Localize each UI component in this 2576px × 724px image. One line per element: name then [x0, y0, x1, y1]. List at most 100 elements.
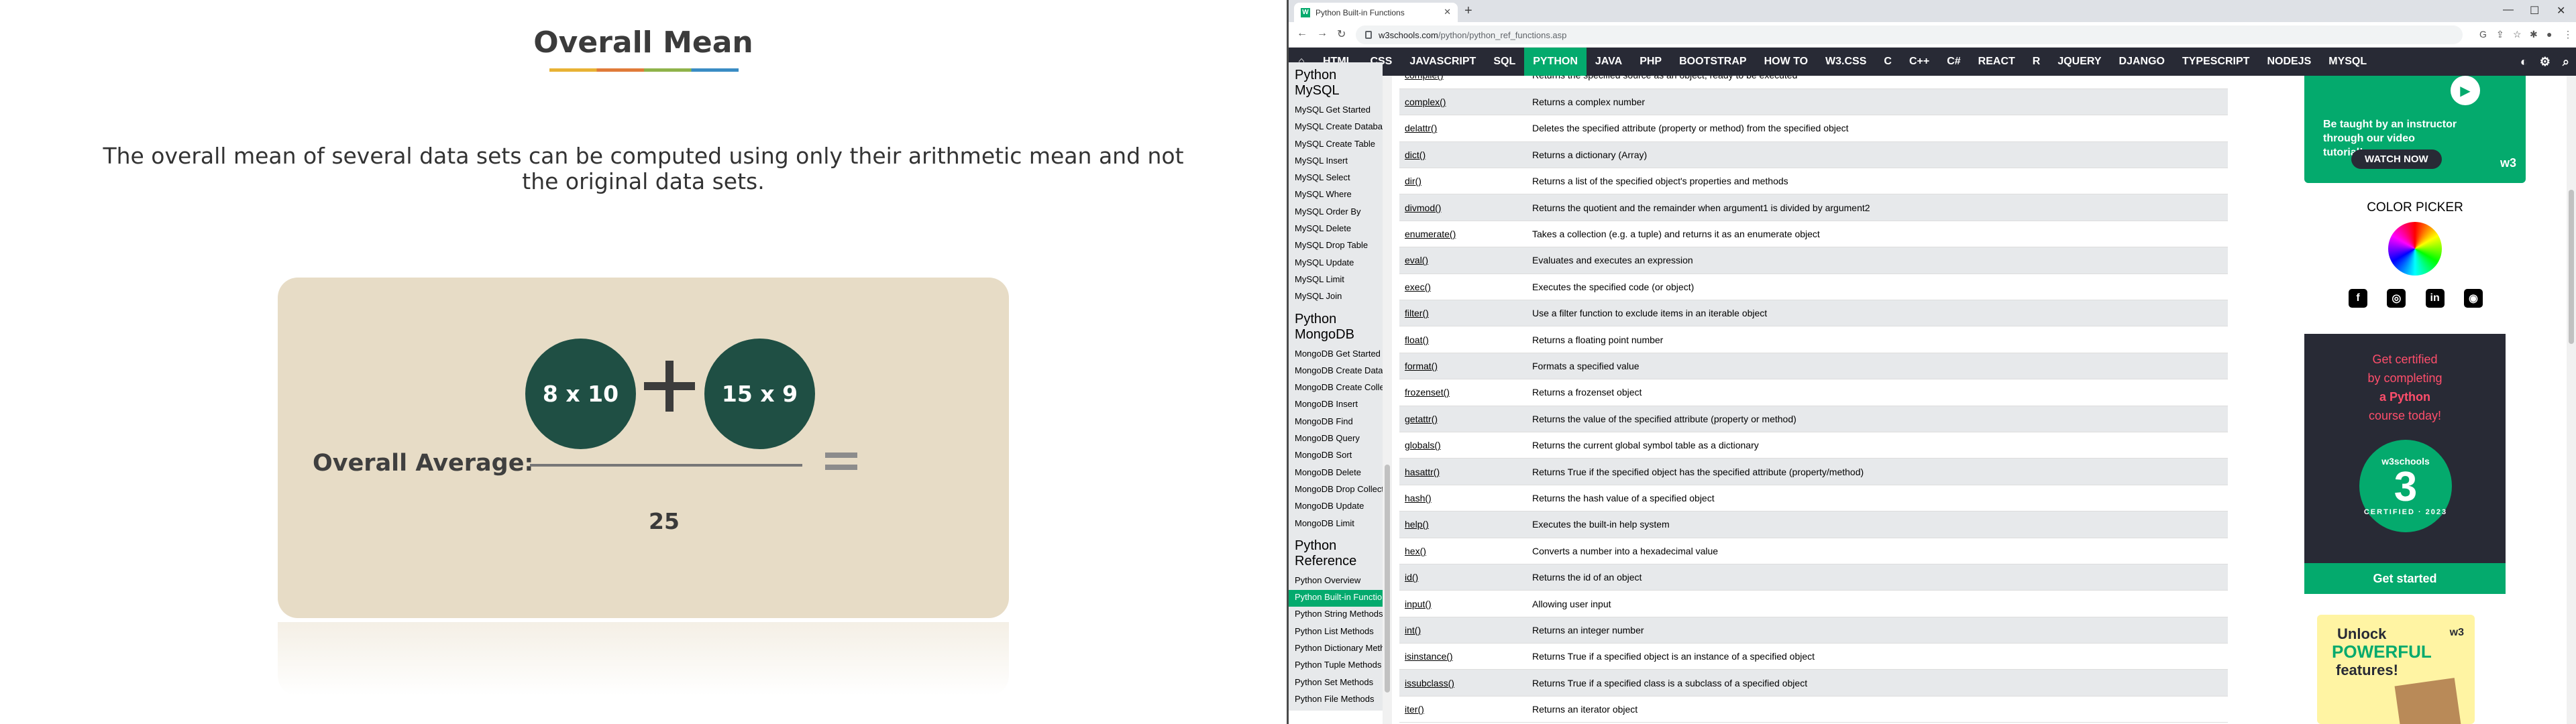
search-icon[interactable]: ⌕ [2563, 55, 2569, 69]
reload-icon[interactable]: ↻ [1337, 27, 1346, 41]
settings-gear-icon[interactable]: ⚙ [2540, 55, 2551, 69]
sidebar-link[interactable]: MySQL Select [1289, 170, 1383, 187]
sidebar-link[interactable]: MySQL Get Started [1289, 103, 1383, 119]
function-name-link[interactable]: hasattr() [1399, 458, 1527, 485]
certification-ad[interactable]: Get certified by completing a Python cou… [2304, 334, 2506, 594]
sidebar-link[interactable]: MongoDB Find [1289, 414, 1383, 431]
function-name-link[interactable]: issubclass() [1399, 669, 1527, 697]
sidebar-link[interactable]: MySQL Create Table [1289, 137, 1383, 154]
function-name-link[interactable]: frozenset() [1399, 379, 1527, 406]
url-field[interactable]: w3schools.com/python/python_ref_function… [1356, 25, 2463, 44]
forward-icon[interactable]: → [1317, 27, 1328, 40]
sidebar-link[interactable]: MongoDB Update [1289, 499, 1383, 516]
function-name-link[interactable]: compile() [1399, 76, 1527, 89]
google-icon[interactable]: G [2479, 29, 2487, 40]
nav-item-c-[interactable]: C++ [1900, 48, 1938, 76]
function-name-link[interactable]: enumerate() [1399, 221, 1527, 248]
nav-item-mysql[interactable]: MYSQL [2320, 48, 2375, 76]
nav-item-c[interactable]: C [1875, 48, 1900, 76]
color-picker-icon[interactable] [2388, 222, 2442, 276]
sidebar-link[interactable]: MySQL Join [1289, 289, 1383, 306]
facebook-icon[interactable]: f [2349, 289, 2367, 308]
new-tab-button[interactable]: + [1464, 3, 1472, 19]
nav-item-javascript[interactable]: JAVASCRIPT [1401, 48, 1485, 76]
sidebar-link[interactable]: MySQL Where [1289, 187, 1383, 204]
function-name-link[interactable]: isinstance() [1399, 643, 1527, 670]
sidebar-link[interactable]: MySQL Drop Table [1289, 238, 1383, 255]
tab-python-functions[interactable]: W Python Built-in Functions ✕ [1294, 3, 1458, 22]
nav-item-react[interactable]: REACT [1970, 48, 2024, 76]
function-name-link[interactable]: hash() [1399, 485, 1527, 512]
sidebar-link[interactable]: Python Built-in Functions [1289, 590, 1383, 607]
function-name-link[interactable]: divmod() [1399, 194, 1527, 221]
get-started-button[interactable]: Get started [2304, 563, 2506, 594]
nav-item-django[interactable]: DJANGO [2110, 48, 2174, 76]
nav-item-r[interactable]: R [2024, 48, 2049, 76]
sidebar-link[interactable]: MySQL Update [1289, 255, 1383, 272]
minimize-icon[interactable]: — [2503, 4, 2514, 16]
sidebar-link[interactable]: Python Tuple Methods [1289, 658, 1383, 674]
nav-item-jquery[interactable]: JQUERY [2049, 48, 2110, 76]
sidebar-link[interactable]: MongoDB Get Started [1289, 347, 1383, 363]
nav-item-php[interactable]: PHP [1631, 48, 1670, 76]
close-window-icon[interactable]: ✕ [2557, 4, 2565, 17]
sidebar-link[interactable]: Python File Methods [1289, 692, 1383, 709]
sidebar-link[interactable]: Python List Methods [1289, 624, 1383, 641]
function-name-link[interactable]: globals() [1399, 432, 1527, 459]
linkedin-icon[interactable]: in [2425, 289, 2445, 308]
sidebar-link[interactable]: MySQL Create Database [1289, 119, 1383, 136]
sidebar-link[interactable]: Python Keywords [1289, 709, 1383, 711]
function-name-link[interactable]: input() [1399, 590, 1527, 617]
bookmark-star-icon[interactable]: ☆ [2513, 29, 2522, 40]
nav-item-nodejs[interactable]: NODEJS [2258, 48, 2320, 76]
function-name-link[interactable]: dir() [1399, 168, 1527, 195]
function-name-link[interactable]: hex() [1399, 538, 1527, 564]
sidebar-link[interactable]: MongoDB Sort [1289, 448, 1383, 465]
nav-item-bootstrap[interactable]: BOOTSTRAP [1670, 48, 1755, 76]
video-tutorial-promo[interactable]: ▶ Be taught by an instructor through our… [2304, 76, 2526, 183]
discord-icon[interactable]: ◉ [2463, 289, 2483, 308]
profile-icon[interactable]: ● [2546, 29, 2552, 40]
function-name-link[interactable]: id() [1399, 564, 1527, 591]
sidebar-link[interactable]: MongoDB Create Collection [1289, 380, 1383, 397]
function-name-link[interactable]: format() [1399, 353, 1527, 380]
function-name-link[interactable]: iter() [1399, 696, 1527, 723]
sidebar-link[interactable]: Python Set Methods [1289, 675, 1383, 692]
back-icon[interactable]: ← [1297, 27, 1307, 40]
instagram-icon[interactable]: ◎ [2387, 289, 2406, 308]
page-scroll-thumb[interactable] [2569, 190, 2574, 344]
maximize-icon[interactable]: ☐ [2530, 4, 2539, 17]
sidebar-link[interactable]: MongoDB Delete [1289, 465, 1383, 482]
function-name-link[interactable]: help() [1399, 511, 1527, 538]
sidebar-link[interactable]: MongoDB Limit [1289, 516, 1383, 533]
function-name-link[interactable]: dict() [1399, 141, 1527, 169]
function-name-link[interactable]: delattr() [1399, 115, 1527, 142]
sidebar-link[interactable]: MySQL Limit [1289, 272, 1383, 289]
share-icon[interactable]: ⇪ [2496, 29, 2504, 40]
play-icon[interactable]: ▶ [2451, 76, 2480, 105]
function-name-link[interactable]: float() [1399, 326, 1527, 353]
sidebar-link[interactable]: MySQL Insert [1289, 154, 1383, 170]
sidebar-link[interactable]: MongoDB Insert [1289, 397, 1383, 414]
extensions-icon[interactable]: ✱ [2530, 29, 2538, 40]
sidebar-scrollbar[interactable] [1383, 76, 1392, 724]
sidebar-link[interactable]: MongoDB Query [1289, 431, 1383, 448]
sidebar-link[interactable]: MongoDB Drop Collection [1289, 482, 1383, 499]
function-name-link[interactable]: exec() [1399, 274, 1527, 301]
nav-item-w3-css[interactable]: W3.CSS [1817, 48, 1875, 76]
dark-mode-icon[interactable]: ◐ [2520, 55, 2528, 69]
function-name-link[interactable]: filter() [1399, 300, 1527, 327]
sidebar-link[interactable]: MySQL Order By [1289, 204, 1383, 221]
sidebar-link[interactable]: Python String Methods [1289, 607, 1383, 623]
sidebar-scroll-thumb[interactable] [1385, 465, 1390, 692]
nav-item-sql[interactable]: SQL [1485, 48, 1524, 76]
nav-item-typescript[interactable]: TYPESCRIPT [2174, 48, 2258, 76]
sidebar-link[interactable]: MySQL Delete [1289, 221, 1383, 238]
nav-item-c-[interactable]: C# [1938, 48, 1969, 76]
page-scrollbar[interactable] [2567, 76, 2576, 724]
sidebar-link[interactable]: Python Dictionary Methods [1289, 641, 1383, 658]
menu-kebab-icon[interactable]: ⋮ [2563, 29, 2573, 40]
function-name-link[interactable]: getattr() [1399, 406, 1527, 432]
function-name-link[interactable]: complex() [1399, 88, 1527, 116]
sidebar-link[interactable]: MongoDB Create Database [1289, 363, 1383, 380]
